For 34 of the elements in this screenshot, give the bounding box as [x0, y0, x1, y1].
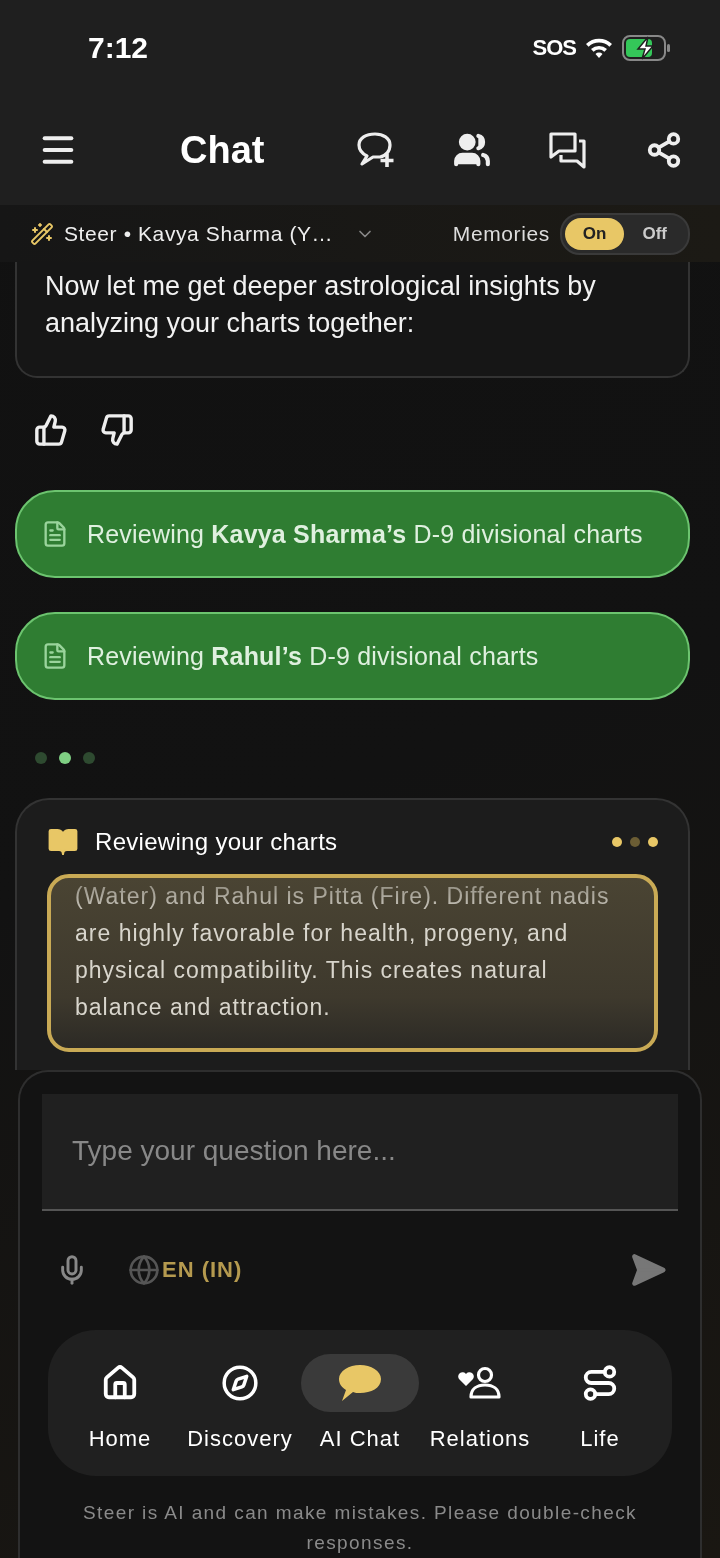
toggle-option[interactable]: Off	[624, 217, 685, 250]
new-chat-icon	[356, 131, 396, 169]
language-button[interactable]: EN (IN)	[122, 1253, 626, 1288]
compass-icon	[221, 1363, 259, 1402]
question-input[interactable]: Type your question here...	[42, 1094, 678, 1211]
toggle-option[interactable]: On	[564, 217, 625, 250]
thumbs-down-icon	[100, 413, 134, 447]
tool-call-text: Reviewing Rahul’s D-9 divisional charts	[87, 641, 539, 671]
nav-tab[interactable]: Life	[541, 1353, 659, 1452]
globe-icon	[128, 1254, 160, 1287]
page-title: Chat	[180, 128, 266, 172]
reasoning-text: (Water) and Rahul is Pitta (Fire). Different nadis are highly favorable for health, progeny, and physical compatibility. This creates natural balance and attraction.	[75, 882, 611, 1022]
disclaimer-text: Steer is AI and can make mistakes. Please double-check responses.	[82, 1501, 638, 1555]
nav-tab[interactable]: Home	[61, 1353, 179, 1452]
conversations-icon	[548, 131, 588, 169]
battery-icon	[622, 34, 672, 61]
home-icon	[101, 1363, 139, 1402]
magic-wand-icon	[30, 221, 54, 246]
people-icon	[453, 131, 491, 169]
route-icon	[581, 1363, 619, 1402]
share-icon	[645, 131, 683, 169]
book-icon	[47, 826, 79, 858]
carrier-text: SOS	[532, 34, 576, 61]
chat-bubble-icon	[337, 1362, 383, 1403]
person-heart-icon	[457, 1365, 503, 1400]
tool-call-text: Reviewing Kavya Sharma’s D-9 divisional charts	[87, 519, 643, 549]
memories-label: Memories	[452, 221, 550, 246]
nav-tab[interactable]: Discovery	[181, 1353, 299, 1452]
message-text: Now let me get deeper astrological insights by analyzing your charts together:	[45, 270, 597, 340]
nav-tab[interactable]: Relations	[421, 1353, 539, 1452]
persona-selector[interactable]: Steer • Kavya Sharma (Y…	[30, 221, 453, 246]
status-time: 7:12	[88, 30, 149, 65]
reasoning-title: Reviewing your charts	[95, 828, 339, 856]
thumbs-up-icon	[34, 413, 68, 447]
